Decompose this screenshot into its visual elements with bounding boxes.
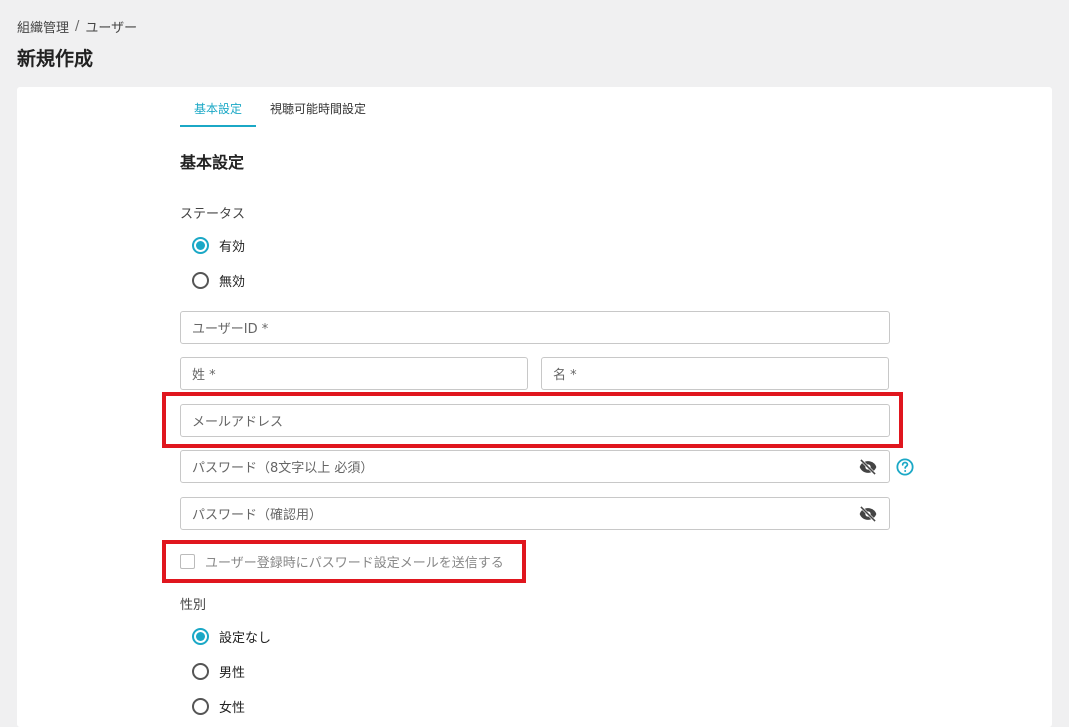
eye-off-icon[interactable] — [858, 504, 878, 524]
status-radio-inactive[interactable]: 無効 — [192, 271, 245, 290]
gender-radio-none[interactable]: 設定なし — [192, 627, 271, 646]
radio-unchecked-icon — [192, 272, 209, 289]
breadcrumb-current: ユーザー — [85, 21, 138, 36]
form-card: 基本設定 視聴可能時間設定 基本設定 ステータス 有効 無効 ユーザーID * … — [17, 87, 1052, 727]
gender-radio-female[interactable]: 女性 — [192, 697, 245, 716]
last-name-field[interactable]: 姓 * — [180, 357, 528, 390]
status-radio-active[interactable]: 有効 — [192, 236, 245, 255]
first-name-placeholder: 名 * — [553, 368, 577, 383]
last-name-placeholder: 姓 * — [192, 368, 216, 383]
password-confirm-field[interactable]: パスワード（確認用） — [180, 497, 890, 530]
radio-unchecked-icon — [192, 663, 209, 680]
status-label: ステータス — [180, 207, 246, 222]
gender-radio-male-label: 男性 — [219, 666, 246, 681]
radio-checked-icon — [192, 237, 209, 254]
password-confirm-placeholder: パスワード（確認用） — [192, 508, 323, 523]
status-radio-inactive-label: 無効 — [219, 275, 246, 290]
user-id-field[interactable]: ユーザーID * — [180, 311, 890, 344]
radio-unchecked-icon — [192, 698, 209, 715]
tab-basic-settings[interactable]: 基本設定 — [180, 87, 257, 127]
status-radio-active-label: 有効 — [219, 240, 246, 255]
breadcrumb: 組織管理 / ユーザー — [17, 17, 137, 36]
first-name-field[interactable]: 名 * — [541, 357, 889, 390]
page-title: 新規作成 — [17, 48, 94, 70]
gender-radio-none-label: 設定なし — [219, 631, 272, 646]
section-title: 基本設定 — [180, 153, 245, 172]
eye-off-icon[interactable] — [858, 457, 878, 477]
breadcrumb-separator: / — [75, 19, 80, 34]
breadcrumb-parent[interactable]: 組織管理 — [17, 17, 69, 36]
question-circle-icon[interactable] — [896, 458, 914, 476]
tab-bar: 基本設定 視聴可能時間設定 — [180, 87, 380, 127]
password-field[interactable]: パスワード（8文字以上 必須） — [180, 450, 890, 483]
send-mail-checkbox-highlight — [162, 540, 526, 583]
gender-radio-male[interactable]: 男性 — [192, 662, 245, 681]
gender-label: 性別 — [180, 598, 207, 613]
password-placeholder: パスワード（8文字以上 必須） — [192, 461, 374, 476]
gender-radio-female-label: 女性 — [219, 701, 246, 716]
radio-checked-icon — [192, 628, 209, 645]
tab-viewing-time-settings[interactable]: 視聴可能時間設定 — [256, 87, 380, 127]
user-id-placeholder: ユーザーID * — [192, 322, 269, 337]
email-field-highlight — [162, 392, 903, 448]
